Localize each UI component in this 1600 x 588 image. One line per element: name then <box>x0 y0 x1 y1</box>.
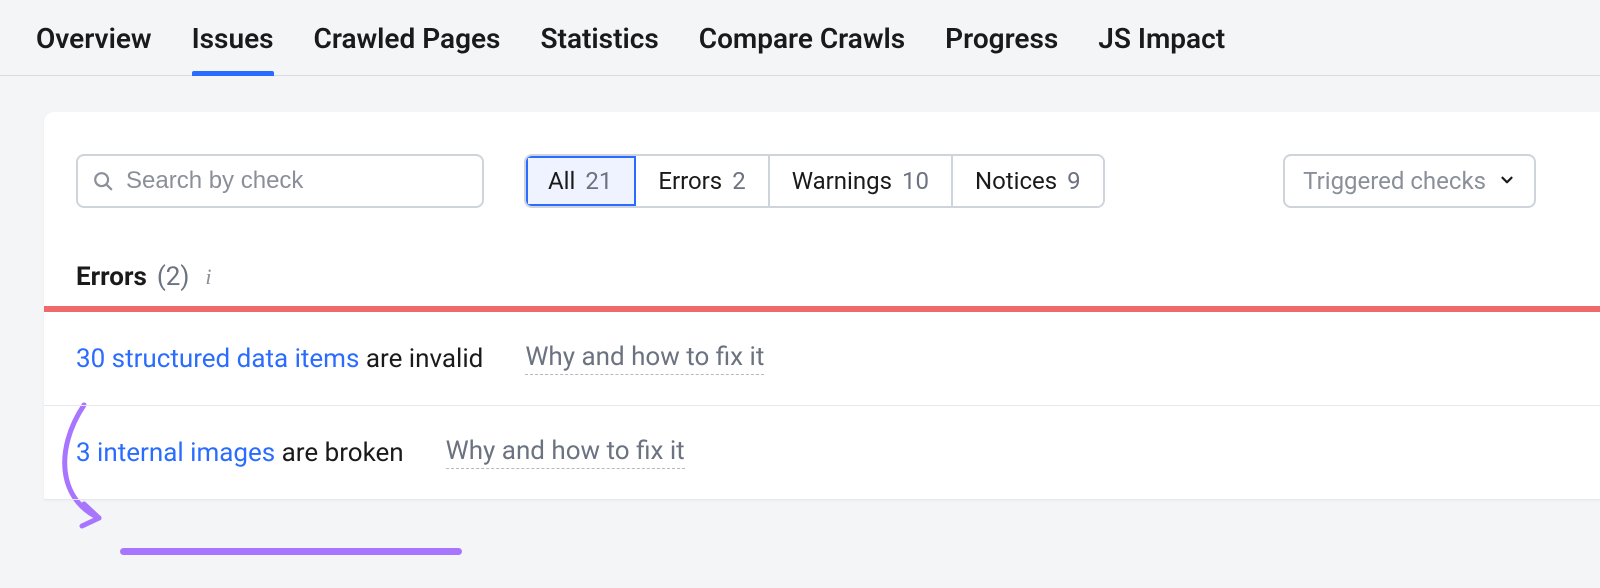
tab-issues[interactable]: Issues <box>192 22 274 75</box>
issue-rest: are invalid <box>359 344 483 374</box>
tab-js-impact[interactable]: JS Impact <box>1098 22 1225 75</box>
search-field[interactable] <box>76 154 484 208</box>
issue-link[interactable]: 30 structured data items <box>76 344 359 374</box>
filter-label: Notices <box>975 167 1057 195</box>
search-icon <box>92 170 114 192</box>
tab-overview[interactable]: Overview <box>36 22 152 75</box>
triggered-checks-dropdown[interactable]: Triggered checks <box>1283 154 1536 208</box>
tab-compare-crawls[interactable]: Compare Crawls <box>699 22 905 75</box>
section-title: Errors <box>76 262 147 292</box>
issue-row: 3 internal images are broken Why and how… <box>44 406 1600 500</box>
why-and-how-link[interactable]: Why and how to fix it <box>446 436 685 469</box>
filter-count: 9 <box>1067 167 1081 195</box>
filter-all[interactable]: All 21 <box>526 156 636 206</box>
dropdown-label: Triggered checks <box>1303 167 1486 195</box>
tab-progress[interactable]: Progress <box>945 22 1058 75</box>
info-icon[interactable]: i <box>199 264 211 290</box>
filter-notices[interactable]: Notices 9 <box>953 156 1103 206</box>
issue-row: 30 structured data items are invalid Why… <box>44 312 1600 406</box>
filter-count: 2 <box>732 167 746 195</box>
filter-count: 21 <box>585 167 612 195</box>
errors-section-header: Errors (2) i <box>44 236 1600 306</box>
issue-link[interactable]: 3 internal images <box>76 438 275 468</box>
issue-text: 30 structured data items are invalid <box>76 344 483 374</box>
issue-rest: are broken <box>275 438 403 468</box>
issue-text: 3 internal images are broken <box>76 438 404 468</box>
filter-warnings[interactable]: Warnings 10 <box>770 156 953 206</box>
filter-label: All <box>548 167 575 195</box>
tab-statistics[interactable]: Statistics <box>540 22 658 75</box>
search-input[interactable] <box>126 167 468 195</box>
tab-crawled-pages[interactable]: Crawled Pages <box>314 22 501 75</box>
filter-label: Warnings <box>792 167 892 195</box>
filter-label: Errors <box>658 167 722 195</box>
chevron-down-icon <box>1498 167 1516 195</box>
toolbar: All 21 Errors 2 Warnings 10 Notices 9 Tr… <box>44 112 1600 236</box>
section-count: (2) <box>157 262 190 292</box>
filter-errors[interactable]: Errors 2 <box>636 156 769 206</box>
filter-segmented: All 21 Errors 2 Warnings 10 Notices 9 <box>524 154 1105 208</box>
annotation-underline <box>120 548 462 555</box>
filter-count: 10 <box>902 167 929 195</box>
issues-panel: All 21 Errors 2 Warnings 10 Notices 9 Tr… <box>44 112 1600 500</box>
tab-bar: Overview Issues Crawled Pages Statistics… <box>0 0 1600 76</box>
why-and-how-link[interactable]: Why and how to fix it <box>525 342 764 375</box>
